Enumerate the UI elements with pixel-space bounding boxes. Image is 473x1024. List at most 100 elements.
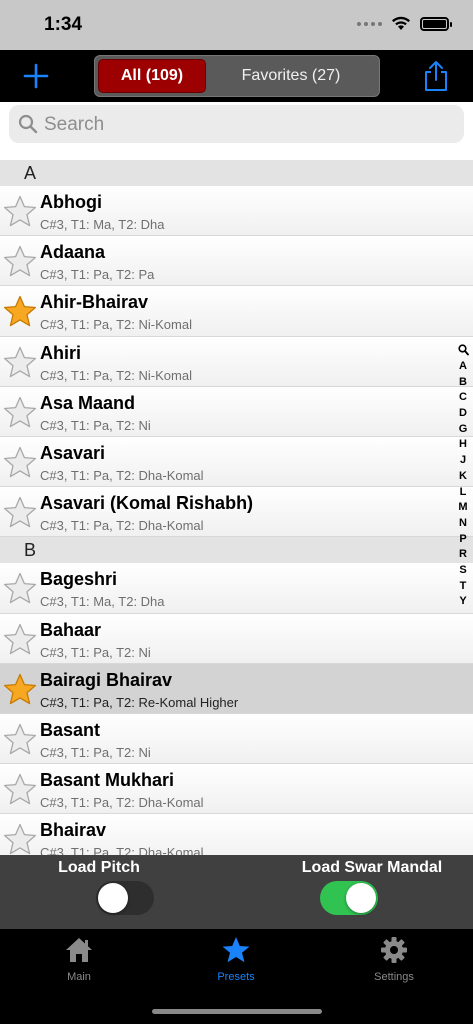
home-indicator	[152, 1009, 322, 1014]
status-time: 1:34	[44, 14, 83, 35]
list-item[interactable]: Ahiri C#3, T1: Pa, T2: Ni-Komal	[0, 336, 473, 387]
preset-title: Basant	[40, 719, 101, 740]
section-index[interactable]: ABCDGHJKLMNPRSTY	[456, 344, 470, 610]
search-icon	[18, 114, 38, 134]
preset-subtitle: C#3, T1: Pa, T2: Ni	[40, 744, 151, 760]
tab-bar: Main Presets Settings	[0, 929, 473, 1024]
list-item[interactable]: Adaana C#3, T1: Pa, T2: Pa	[0, 236, 473, 287]
nav-bar: All (109) Favorites (27)	[0, 50, 473, 102]
tab-main-label: Main	[67, 971, 91, 983]
add-icon[interactable]	[22, 62, 50, 90]
list-item[interactable]: Abhogi C#3, T1: Ma, T2: Dha	[0, 186, 473, 237]
preset-subtitle: C#3, T1: Pa, T2: Ni	[40, 644, 151, 660]
signal-icon	[357, 21, 382, 26]
index-letter[interactable]: A	[459, 359, 467, 375]
index-letter[interactable]: T	[460, 579, 467, 595]
list-item[interactable]: Bairagi Bhairav C#3, T1: Pa, T2: Re-Komal…	[0, 663, 473, 714]
list-item[interactable]: Asavari C#3, T1: Pa, T2: Dha-Komal	[0, 436, 473, 488]
index-letter[interactable]: R	[459, 547, 467, 563]
favorite-star-icon[interactable]	[3, 496, 37, 529]
load-pitch-label: Load Pitch	[58, 859, 140, 876]
index-letter[interactable]: J	[460, 453, 466, 469]
index-letter[interactable]: N	[459, 516, 467, 532]
gear-icon	[381, 937, 407, 963]
list-item[interactable]: Asavari (Komal Rishabh) C#3, T1: Pa, T2: …	[0, 487, 473, 538]
preset-list[interactable]: A Abhogi C#3, T1: Ma, T2: Dha Adaana C#3, T1…	[0, 160, 473, 855]
preset-subtitle: C#3, T1: Ma, T2: Dha	[40, 217, 165, 232]
preset-title: Bhairav	[40, 820, 107, 841]
section-header: B	[0, 537, 473, 564]
star-icon	[222, 937, 250, 963]
search-area: Search	[0, 102, 473, 160]
favorite-star-icon[interactable]	[3, 195, 37, 228]
index-letter[interactable]: B	[459, 375, 467, 391]
segment-all[interactable]: All (109)	[98, 59, 206, 93]
favorite-star-icon[interactable]	[3, 346, 37, 379]
favorite-star-icon[interactable]	[3, 773, 37, 806]
index-letter[interactable]: P	[459, 532, 466, 548]
list-item[interactable]: Bahaar C#3, T1: Pa, T2: Ni	[0, 613, 473, 664]
search-input[interactable]: Search	[9, 105, 464, 143]
preset-title: Ahir-Bhairav	[40, 292, 149, 313]
list-item[interactable]: Bhairav C#3, T1: Pa, T2: Dha-Komal	[0, 814, 473, 855]
favorite-star-icon[interactable]	[3, 723, 37, 756]
favorite-star-icon[interactable]	[3, 295, 37, 328]
filter-segmented-control: All (109) Favorites (27)	[94, 55, 380, 97]
preset-title: Asa Maand	[40, 392, 136, 413]
preset-subtitle: C#3, T1: Ma, T2: Dha	[40, 594, 165, 610]
preset-subtitle: C#3, T1: Pa, T2: Dha-Komal	[40, 518, 204, 534]
index-letter[interactable]: D	[459, 406, 467, 422]
favorite-star-icon[interactable]	[3, 623, 37, 656]
favorite-star-icon[interactable]	[3, 446, 37, 479]
index-letter[interactable]: M	[458, 500, 467, 516]
favorite-star-icon[interactable]	[3, 572, 37, 605]
list-item[interactable]: Basant Mukhari C#3, T1: Pa, T2: Dha-Komal	[0, 764, 473, 815]
list-item[interactable]: Bageshri C#3, T1: Ma, T2: Dha	[0, 563, 473, 614]
favorite-star-icon[interactable]	[3, 245, 37, 278]
favorite-star-icon[interactable]	[3, 823, 37, 855]
load-controls: Load Pitch Load Swar Mandal	[0, 855, 473, 929]
tab-presets[interactable]: Presets	[176, 936, 296, 983]
favorite-star-icon[interactable]	[3, 673, 37, 706]
list-item[interactable]: Basant C#3, T1: Pa, T2: Ni	[0, 713, 473, 765]
preset-subtitle: C#3, T1: Pa, T2: Pa	[40, 267, 155, 283]
index-letter[interactable]: Y	[459, 594, 466, 610]
favorite-star-icon[interactable]	[3, 396, 37, 429]
load-swar-mandal-label: Load Swar Mandal	[301, 859, 443, 876]
preset-title: Bahaar	[40, 619, 102, 640]
preset-title: Bairagi Bhairav	[40, 669, 173, 690]
preset-title: Abhogi	[40, 192, 102, 212]
index-letter[interactable]: H	[459, 437, 467, 453]
preset-title: Asavari	[40, 442, 106, 463]
house-icon	[66, 938, 92, 962]
section-header: A	[0, 160, 473, 186]
preset-title: Ahiri	[40, 342, 82, 363]
search-placeholder: Search	[44, 114, 105, 135]
battery-icon	[420, 16, 452, 31]
preset-subtitle: C#3, T1: Pa, T2: Dha-Komal	[40, 795, 204, 811]
index-letter[interactable]: L	[460, 485, 467, 501]
wifi-icon	[392, 16, 410, 30]
list-item[interactable]: Ahir-Bhairav C#3, T1: Pa, T2: Ni-Komal	[0, 286, 473, 337]
tab-settings-label: Settings	[374, 971, 414, 983]
preset-subtitle: C#3, T1: Pa, T2: Ni-Komal	[40, 367, 192, 383]
status-icons	[357, 16, 452, 31]
tab-settings[interactable]: Settings	[334, 936, 454, 983]
share-icon[interactable]	[423, 60, 449, 92]
preset-title: Adaana	[40, 242, 106, 263]
segment-favorites[interactable]: Favorites (27)	[206, 59, 376, 93]
load-swar-mandal-toggle[interactable]	[320, 881, 378, 915]
load-pitch-toggle[interactable]	[96, 881, 154, 915]
index-letter[interactable]: G	[459, 422, 468, 438]
preset-title: Asavari (Komal Rishabh)	[40, 493, 254, 514]
tab-main[interactable]: Main	[19, 936, 139, 983]
preset-subtitle: C#3, T1: Pa, T2: Re-Komal Higher	[40, 694, 239, 710]
index-search-icon[interactable]	[457, 344, 469, 356]
index-letter[interactable]: S	[459, 563, 466, 579]
list-item[interactable]: Asa Maand C#3, T1: Pa, T2: Ni	[0, 386, 473, 437]
index-letter[interactable]: C	[459, 390, 467, 406]
status-bar: 1:34	[0, 0, 473, 50]
preset-subtitle: C#3, T1: Pa, T2: Dha-Komal	[40, 467, 204, 483]
index-letter[interactable]: K	[459, 469, 467, 485]
preset-subtitle: C#3, T1: Pa, T2: Ni-Komal	[40, 317, 192, 333]
